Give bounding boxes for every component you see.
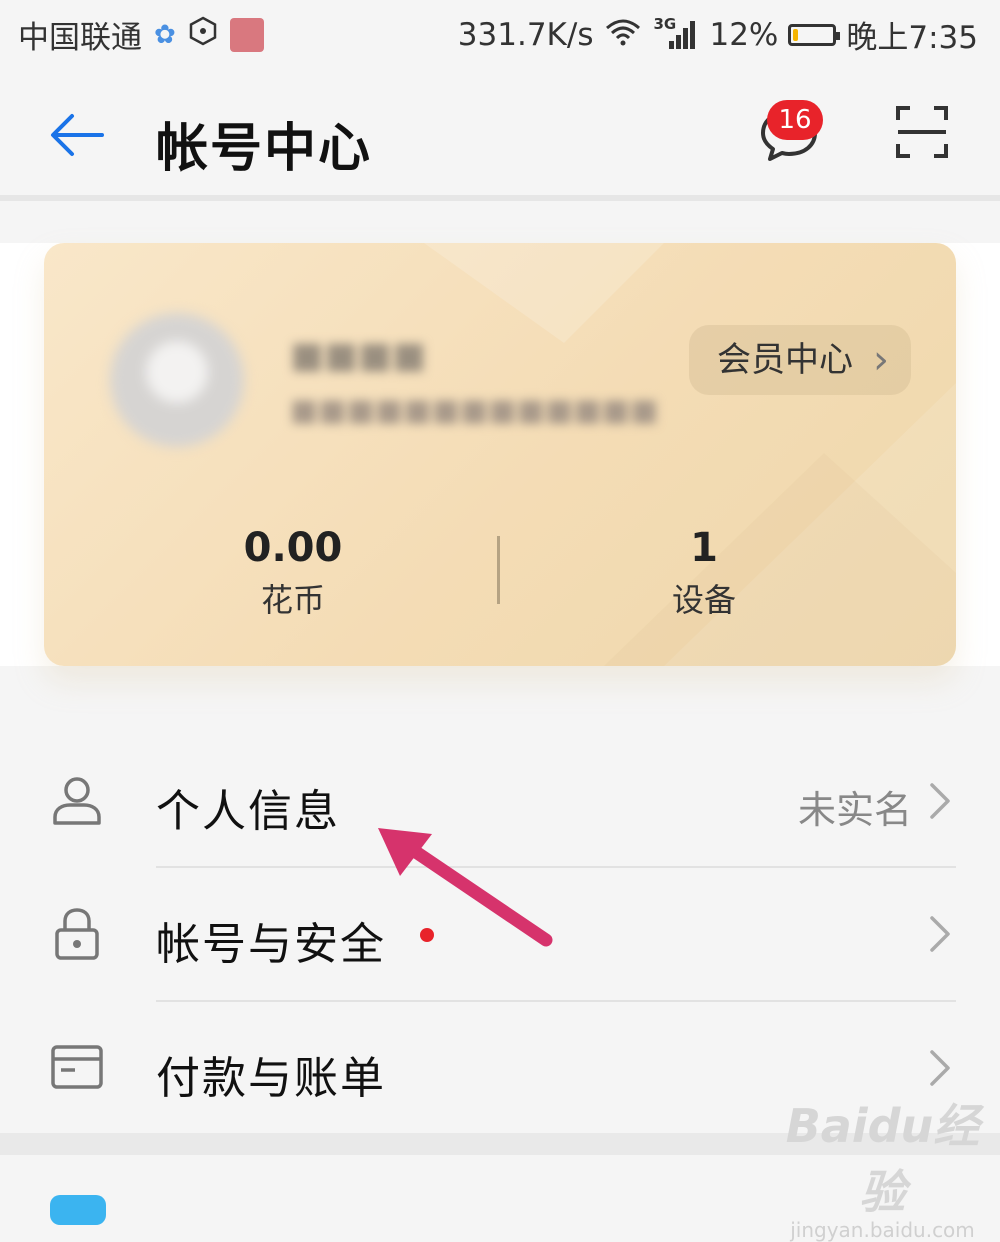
member-center-button[interactable]: 会员中心 › <box>689 325 911 395</box>
status-bar-left: 中国联通 ✿ <box>18 12 264 57</box>
stat-divider <box>497 536 500 604</box>
clock: 晚上7:35 <box>846 20 978 56</box>
watermark-url: jingyan.baidu.com <box>790 1218 975 1242</box>
coins-label: 花币 <box>260 581 325 619</box>
back-button[interactable] <box>46 104 108 166</box>
wifi-icon <box>603 16 643 54</box>
app-header: 帐号中心 16 <box>0 70 1000 195</box>
chevron-right-icon <box>930 783 950 819</box>
header-divider <box>0 195 1000 201</box>
list-item-label: 付款与账单 <box>156 1053 386 1104</box>
message-count-badge: 16 <box>767 100 823 140</box>
scan-button[interactable] <box>894 104 950 160</box>
battery-icon <box>788 23 841 46</box>
devices-value: 1 <box>690 525 718 571</box>
list-item-label: 帐号与安全 <box>156 919 386 970</box>
coins-value: 0.00 <box>243 525 343 571</box>
member-center-label: 会员中心 <box>717 340 853 380</box>
chevron-right-icon <box>930 1050 950 1086</box>
chevron-right-icon: › <box>873 337 889 383</box>
card-icon <box>51 1045 103 1089</box>
user-name-blurred: ■■■■ <box>290 335 427 376</box>
avatar[interactable] <box>110 313 244 447</box>
person-icon <box>53 777 101 825</box>
scan-icon <box>896 106 948 158</box>
lock-icon <box>55 908 99 960</box>
verification-status: 未实名 <box>797 788 912 832</box>
network-speed: 331.7K/s <box>457 16 594 53</box>
signal-icon: 3G <box>653 15 699 51</box>
page-title: 帐号中心 <box>156 119 373 179</box>
user-phone-blurred: ■■■■■■■■■■■■■ <box>290 393 659 428</box>
chevron-right-icon <box>930 916 950 952</box>
watermark-logo: Baidu经验 <box>785 1099 980 1219</box>
huawei-app-icon <box>229 17 264 52</box>
stat-coins[interactable]: 0.00 花币 <box>173 525 413 621</box>
battery-level-fill <box>793 28 799 41</box>
member-card[interactable]: ■■■■ ■■■■■■■■■■■■■ 会员中心 › 0.00 花币 1 设备 <box>44 243 956 666</box>
paw-icon: ✿ <box>154 19 176 50</box>
carrier-label: 中国联通 <box>18 20 142 56</box>
status-bar-right: 331.7K/s 3G 12% 晚上7:35 <box>458 12 978 57</box>
card-area: ■■■■ ■■■■■■■■■■■■■ 会员中心 › 0.00 花币 1 设备 <box>0 243 1000 666</box>
status-bar: 中国联通 ✿ 331.7K/s 3G 12% 晚上7:35 <box>0 0 1000 70</box>
battery-percent: 12% <box>709 16 779 53</box>
baidu-watermark: Baidu经验 jingyan.baidu.com <box>765 1090 1000 1242</box>
devices-label: 设备 <box>671 581 736 619</box>
hexagon-icon <box>188 16 218 54</box>
stat-devices[interactable]: 1 设备 <box>584 525 824 621</box>
back-arrow-icon <box>51 114 104 156</box>
list-item-label: 个人信息 <box>156 786 340 837</box>
annotation-arrow <box>378 828 553 947</box>
